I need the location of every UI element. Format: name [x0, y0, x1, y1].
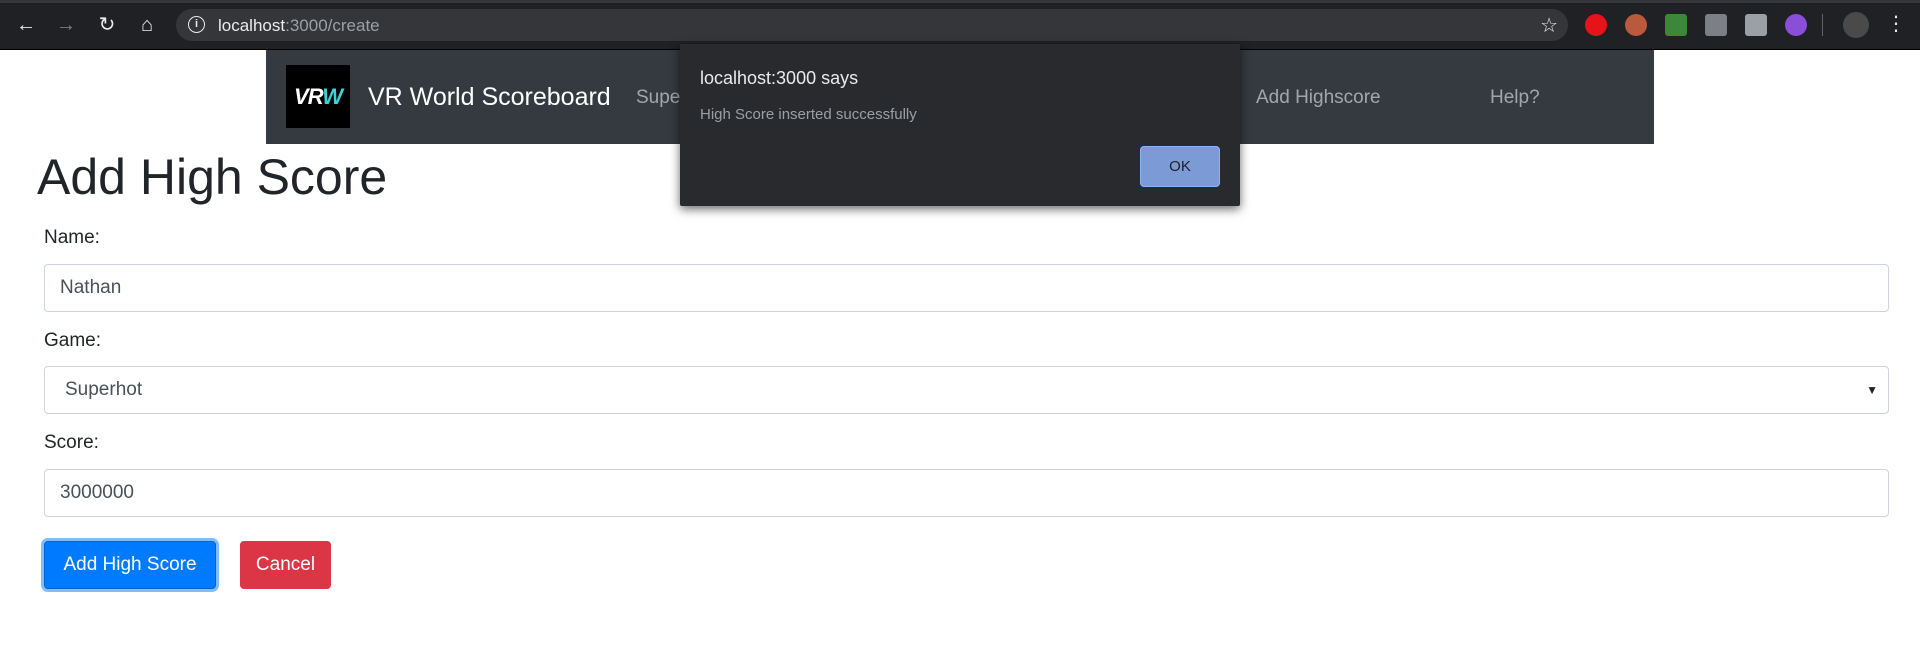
extension-nodejs-icon[interactable] [1665, 14, 1687, 36]
logo-text: VR [294, 84, 323, 109]
extension-adblock-icon[interactable] [1585, 14, 1607, 36]
navbar-brand[interactable]: VR World Scoreboard [368, 83, 611, 112]
extension-bird-icon[interactable] [1705, 14, 1727, 36]
dialog-message: High Score inserted successfully [700, 106, 917, 123]
ok-button[interactable]: OK [1140, 146, 1220, 187]
extension-purple-icon[interactable] [1785, 14, 1807, 36]
url-host: localhost [218, 16, 286, 35]
alert-dialog: localhost:3000 says High Score inserted … [680, 44, 1240, 206]
site-info-icon[interactable]: i [188, 16, 205, 33]
forward-icon[interactable]: → [54, 13, 78, 37]
game-select[interactable]: Superhot ▼ [44, 366, 1889, 414]
nav-link-add-highscore[interactable]: Add Highscore [1256, 87, 1381, 109]
chevron-down-icon: ▼ [1866, 383, 1878, 397]
game-select-value: Superhot [65, 379, 143, 400]
back-icon[interactable]: ← [14, 13, 38, 37]
nav-link-help[interactable]: Help? [1490, 87, 1540, 109]
app-logo[interactable]: VRW [286, 65, 350, 128]
extension-owl-icon[interactable] [1625, 14, 1647, 36]
url-text[interactable]: localhost:3000/create [218, 16, 380, 36]
score-label: Score: [44, 432, 99, 453]
reload-icon[interactable]: ↻ [95, 13, 119, 37]
logo-accent: W [322, 84, 343, 109]
kebab-menu-icon[interactable]: ⋮ [1886, 12, 1906, 36]
nav-link-superhot[interactable]: Supe [636, 87, 680, 109]
cancel-button[interactable]: Cancel [240, 541, 331, 589]
bookmark-star-icon[interactable]: ☆ [1540, 13, 1558, 38]
dialog-title: localhost:3000 says [700, 68, 859, 88]
url-path: :3000/create [285, 16, 380, 35]
score-input[interactable]: 3000000 [44, 469, 1889, 517]
toolbar-separator [1822, 14, 1823, 36]
extension-briefcase-icon[interactable] [1745, 14, 1767, 36]
add-high-score-button[interactable]: Add High Score [44, 541, 216, 589]
home-icon[interactable]: ⌂ [135, 13, 159, 37]
name-input[interactable]: Nathan [44, 264, 1889, 312]
browser-toolbar: ← → ↻ ⌂ i localhost:3000/create ☆ ⋮ [0, 0, 1920, 50]
profile-avatar[interactable] [1843, 12, 1869, 38]
page-title: Add High Score [37, 149, 388, 205]
tab-strip [0, 0, 1920, 3]
name-label: Name: [44, 227, 100, 248]
game-label: Game: [44, 330, 102, 351]
address-bar[interactable]: i localhost:3000/create ☆ [176, 9, 1568, 41]
